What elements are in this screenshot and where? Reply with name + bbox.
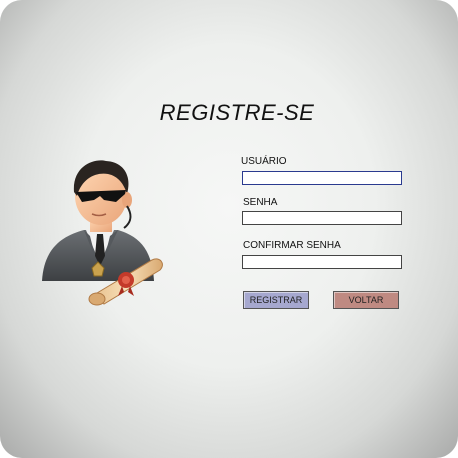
- page-title: REGISTRE-SE: [159, 100, 315, 125]
- username-input[interactable]: [242, 171, 402, 185]
- back-button[interactable]: VOLTAR: [333, 291, 399, 309]
- security-agent-avatar-icon: [42, 160, 163, 306]
- password-input[interactable]: [242, 211, 402, 225]
- username-label: USUÁRIO: [241, 156, 287, 167]
- confirm-password-input[interactable]: [242, 255, 402, 269]
- app-window: REGISTRE-SE USUÁRIO SENHA CONFIRMAR SENH…: [0, 0, 458, 458]
- register-button[interactable]: REGISTRAR: [243, 291, 309, 309]
- confirm-password-label: CONFIRMAR SENHA: [243, 240, 341, 251]
- password-label: SENHA: [243, 197, 278, 208]
